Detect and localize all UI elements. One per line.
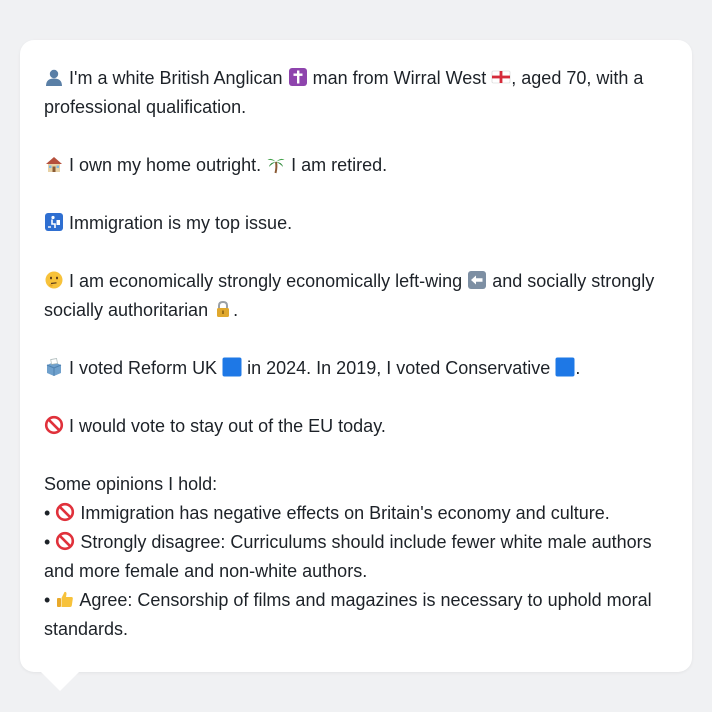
employment-text: I am retired. [291,155,388,175]
opinion-text: Strongly disagree: Curriculums should in… [44,532,652,581]
prohibited-icon [44,415,64,435]
eu-stance-line: I would vote to stay out of the EU today… [44,412,668,441]
opinion-item: • Agree: Censorship of films and magazin… [44,586,668,644]
bubble-tail [40,671,80,691]
vote-text-end: . [575,358,581,378]
bullet: • [44,590,51,610]
top-issue-line: Immigration is my top issue. [44,209,668,238]
prohibited-icon [56,531,75,551]
opinion-item: • Immigration has negative effects on Br… [44,499,668,528]
prohibited-icon [56,502,75,522]
housing-line: I own my home outright. I am retired. [44,151,668,180]
housing-text: I own my home outright. [69,155,262,175]
top-issue-text: Immigration is my top issue. [69,213,293,233]
house-icon [46,157,62,172]
bullet: • [44,503,51,523]
social-text-end: . [233,300,239,320]
vote-2024-text: I voted Reform UK [69,358,218,378]
palm-tree-icon [267,158,285,174]
bust-silhouette-icon [46,69,62,86]
locked-padlock-icon [217,300,230,317]
opinions-heading: Some opinions I hold: [44,474,218,494]
identity-text-2: man from Wirral West [312,68,487,88]
opinion-text: Agree: Censorship of films and magazines… [44,590,652,639]
political-compass-line: I am economically strongly economically … [44,267,668,325]
opinions-list: Some opinions I hold: • Immigration has … [44,470,668,644]
opinion-text: Immigration has negative effects on Brit… [80,503,610,523]
england-flag-icon [491,70,511,84]
blue-square-icon [222,357,242,377]
identity-text-1: I'm a white British Anglican [69,68,283,88]
voting-history-line: I voted Reform UK in 2024. In 2019, I vo… [44,354,668,383]
thinking-face-icon [45,271,63,289]
vote-2019-text: in 2024. In 2019, I voted Conservative [247,358,551,378]
message-bubble: I'm a white British Anglican man from Wi… [20,40,692,672]
bullet: • [44,532,51,552]
thumbs-up-icon [57,591,74,607]
blue-square-icon [555,357,575,377]
latin-cross-icon [288,68,307,86]
left-arrow-icon [468,271,487,289]
economic-text: I am economically strongly economically … [69,271,463,291]
opinion-item: • Strongly disagree: Curriculums should … [44,528,668,586]
eu-stance-text: I would vote to stay out of the EU today… [69,416,386,436]
ballot-box-icon [46,358,62,376]
passport-control-icon [45,213,63,231]
identity-line: I'm a white British Anglican man from Wi… [44,64,668,122]
